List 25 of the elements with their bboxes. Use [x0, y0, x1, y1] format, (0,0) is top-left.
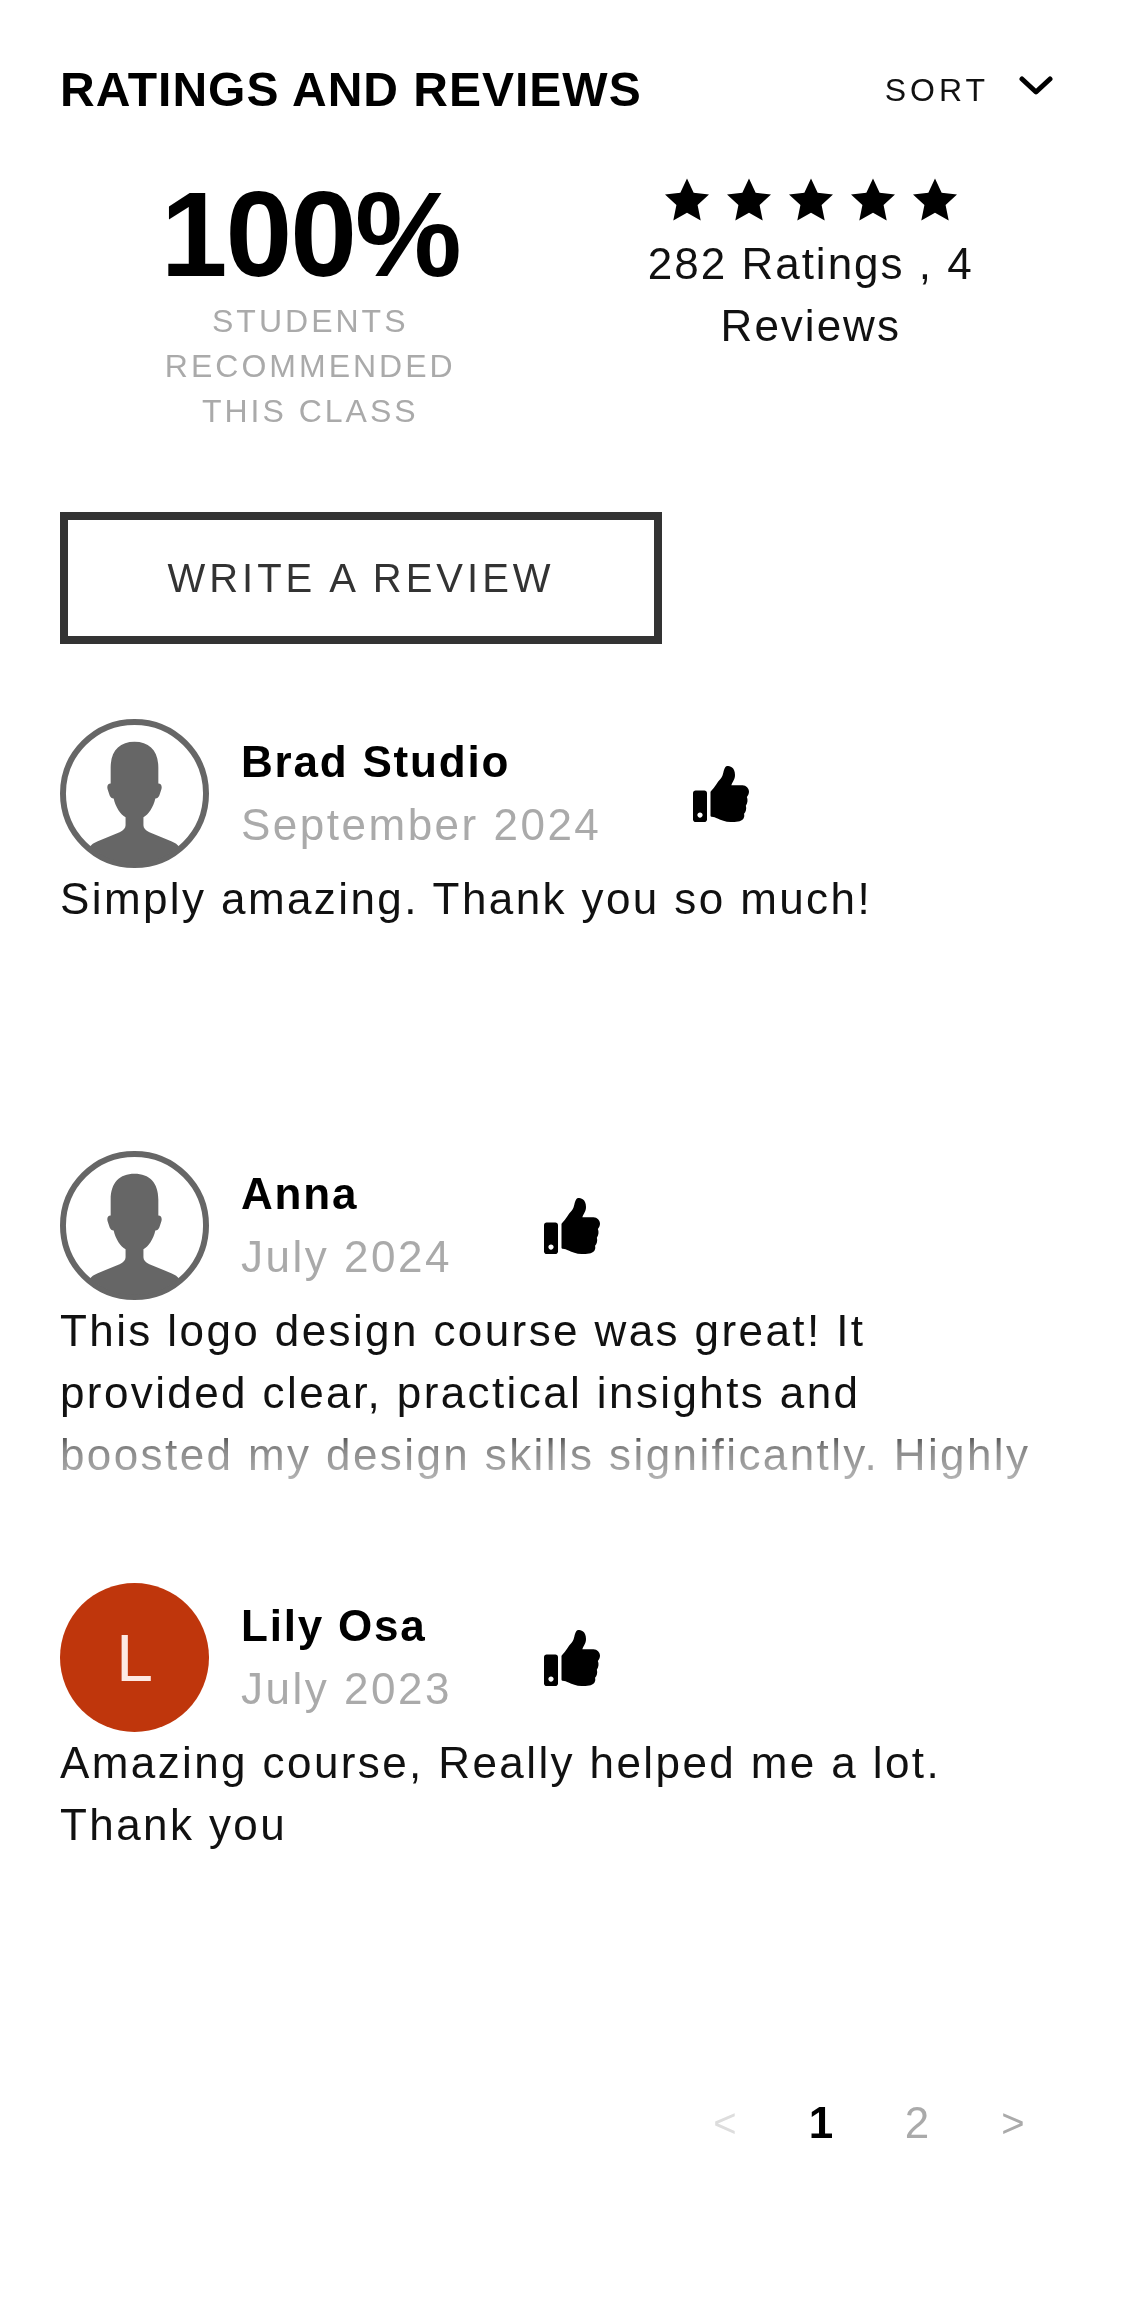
page-number-button[interactable]: 1: [773, 2092, 869, 2154]
reviewer-name: Lily Osa: [241, 1600, 428, 1652]
review-text: Amazing course, Really helped me a lot. Thank you: [60, 1737, 943, 1851]
reviewer-name: Anna: [241, 1168, 360, 1220]
star-icon: [664, 178, 709, 221]
star-icon: [850, 178, 895, 221]
review-text: Simply amazing. Thank you so much!: [60, 873, 873, 925]
recommend-percent: 100%: [160, 174, 460, 294]
user-avatar-icon: [60, 719, 209, 868]
star-icon: [788, 178, 833, 221]
review-date: July 2023: [241, 1663, 452, 1715]
star-icon: [726, 178, 771, 221]
chevron-down-icon: [1019, 76, 1053, 96]
sort-button[interactable]: SORT: [884, 71, 1053, 109]
user-avatar-icon: [60, 1151, 209, 1300]
review-date: July 2024: [241, 1231, 452, 1283]
ratings-count: 282 Ratings , 4 Reviews: [646, 238, 975, 352]
recommend-caption: STUDENTS RECOMMENDED THIS CLASS: [163, 302, 457, 431]
section-title: RATINGS AND REVIEWS: [60, 62, 642, 118]
avatar: L: [60, 1583, 209, 1732]
review-date: September 2024: [241, 799, 602, 851]
write-review-button[interactable]: WRITE A REVIEW: [60, 512, 662, 644]
star-icon: [912, 178, 957, 221]
review-text: This logo design course was great! It provided clear, practical insights and boosted my design skills significantly. Highly: [60, 1305, 1032, 1481]
reviewer-name: Brad Studio: [241, 736, 512, 788]
